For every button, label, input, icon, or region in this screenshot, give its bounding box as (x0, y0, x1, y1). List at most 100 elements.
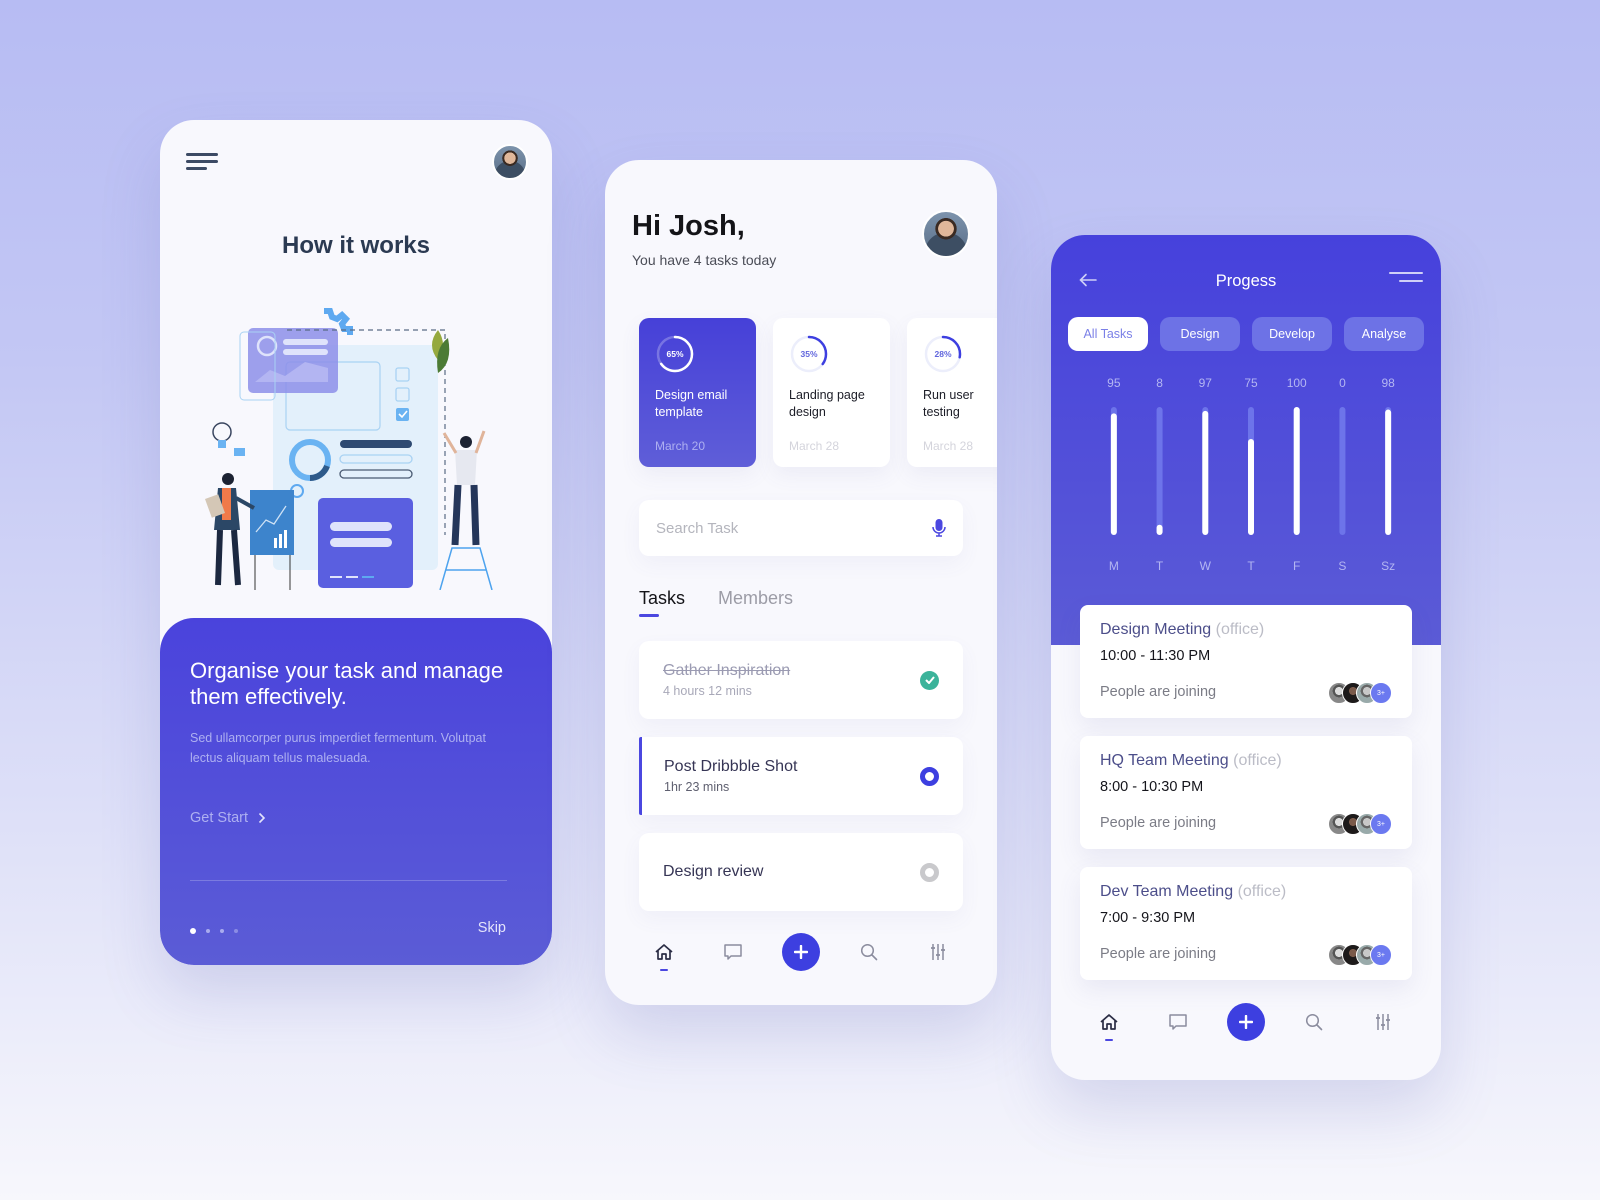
bottom-nav (1051, 1002, 1441, 1042)
tab-members[interactable]: Members (718, 588, 793, 617)
onboarding-headline: Organise your task and manage them effec… (190, 658, 504, 709)
meeting-location: (office) (1215, 621, 1265, 638)
more-attendees-badge: 3+ (1370, 944, 1392, 966)
add-task-button[interactable] (1226, 1003, 1265, 1041)
user-avatar[interactable] (922, 210, 970, 258)
task-list: Gather Inspiration 4 hours 12 mins Post … (639, 641, 963, 929)
filter-develop[interactable]: Develop (1252, 317, 1332, 351)
divider (190, 880, 507, 881)
get-start-button[interactable]: Get Start (190, 810, 266, 826)
nav-messages[interactable] (1158, 1002, 1198, 1042)
microphone-icon[interactable] (932, 518, 946, 538)
bar[interactable] (1248, 439, 1254, 535)
task-item[interactable]: Design review (639, 833, 963, 911)
x-tick-label: M (1109, 559, 1119, 573)
task-name: Design review (663, 863, 764, 880)
search-icon (861, 943, 878, 961)
bar-value-label: 98 (1381, 376, 1395, 390)
people-joining-label: People are joining (1100, 815, 1217, 831)
progress-screen: Progess All Tasks Design Develop Analyse… (1051, 235, 1441, 1080)
page-title: How it works (281, 232, 431, 259)
bar[interactable] (1293, 407, 1300, 535)
project-card[interactable]: 65% Design email template March 20 (639, 318, 756, 467)
bar[interactable] (1110, 413, 1117, 535)
x-tick-label: S (1338, 559, 1346, 573)
people-joining-label: People are joining (1100, 684, 1217, 700)
progress-ring: 35% (789, 334, 829, 374)
bar[interactable] (1202, 410, 1209, 535)
attendee-avatars[interactable]: 3+ (1328, 682, 1392, 704)
filter-design[interactable]: Design (1160, 317, 1240, 351)
meeting-card[interactable]: Dev Team Meeting (office) 7:00 - 9:30 PM… (1080, 867, 1412, 980)
get-start-label: Get Start (190, 810, 249, 826)
onboarding-description: Sed ullamcorper purus imperdiet fermentu… (190, 731, 486, 765)
chat-icon (724, 944, 742, 960)
tab-tasks[interactable]: Tasks (639, 588, 685, 617)
filter-analyse[interactable]: Analyse (1344, 317, 1424, 351)
meeting-time: 7:00 - 9:30 PM (1100, 910, 1196, 926)
project-cards: 65% Design email template March 20 35% L… (639, 318, 997, 467)
bar[interactable] (1385, 409, 1392, 535)
check-circle-icon[interactable] (920, 670, 939, 690)
add-task-button[interactable] (781, 933, 820, 971)
nav-search[interactable] (1294, 1002, 1334, 1042)
home-icon (655, 944, 673, 960)
meeting-card[interactable]: HQ Team Meeting (office) 8:00 - 10:30 PM… (1080, 736, 1412, 849)
meeting-time: 10:00 - 11:30 PM (1100, 648, 1211, 664)
task-management-illustration (205, 308, 493, 590)
attendee-avatars[interactable]: 3+ (1328, 944, 1392, 966)
onboarding-screen: How it works Organise your task and mana… (160, 120, 552, 965)
sliders-icon (931, 944, 946, 960)
task-item[interactable]: Post Dribbble Shot 1hr 23 mins (639, 737, 963, 815)
menu-icon[interactable] (1389, 272, 1423, 288)
in-progress-status-icon[interactable] (920, 766, 939, 786)
pending-status-icon[interactable] (920, 862, 939, 882)
skip-button[interactable]: Skip (478, 920, 506, 936)
meeting-title: Design Meeting (1100, 621, 1212, 638)
meeting-title: HQ Team Meeting (1100, 752, 1229, 769)
menu-icon[interactable] (186, 153, 218, 173)
progress-percent: 65% (666, 349, 684, 359)
bar[interactable] (1156, 524, 1163, 535)
project-date: March 28 (923, 439, 974, 453)
bar-value-label: 95 (1107, 376, 1121, 390)
project-card[interactable]: 28% Run user testing March 28 (907, 318, 997, 467)
filter-all-tasks[interactable]: All Tasks (1068, 317, 1148, 351)
nav-home[interactable] (644, 932, 684, 972)
meeting-card[interactable]: Design Meeting (office) 10:00 - 11:30 PM… (1080, 605, 1412, 718)
bottom-nav (605, 932, 997, 972)
attendee-avatars[interactable]: 3+ (1328, 813, 1392, 835)
chat-icon (1169, 1014, 1187, 1030)
bar-track (1339, 407, 1346, 535)
task-name: Post Dribbble Shot (664, 758, 798, 775)
page-indicator (190, 928, 238, 934)
x-tick-label: T (1156, 559, 1164, 573)
bar-value-label: 100 (1287, 376, 1307, 390)
nav-search[interactable] (849, 932, 889, 972)
page-dot[interactable] (190, 928, 196, 934)
nav-settings[interactable] (918, 932, 958, 972)
bar-value-label: 8 (1156, 376, 1163, 390)
greeting: Hi Josh, (632, 210, 745, 242)
search-input[interactable] (656, 519, 932, 537)
page-dot[interactable] (220, 929, 224, 933)
tab-bar: Tasks Members (639, 588, 793, 617)
user-avatar[interactable] (492, 144, 528, 180)
nav-messages[interactable] (713, 932, 753, 972)
task-item[interactable]: Gather Inspiration 4 hours 12 mins (639, 641, 963, 719)
page-dot[interactable] (234, 929, 238, 933)
progress-ring: 65% (655, 334, 695, 374)
x-tick-label: T (1247, 559, 1255, 573)
task-duration: 4 hours 12 mins (663, 684, 752, 698)
nav-settings[interactable] (1363, 1002, 1403, 1042)
home-screen: Hi Josh, You have 4 tasks today 65% Desi… (605, 160, 997, 1005)
project-title: Run user testing (923, 388, 974, 419)
page-dot[interactable] (206, 929, 210, 933)
plus-icon (1238, 1015, 1253, 1029)
more-attendees-badge: 3+ (1370, 813, 1392, 835)
nav-home[interactable] (1089, 1002, 1129, 1042)
project-date: March 28 (789, 439, 840, 453)
bar-track (1156, 407, 1163, 535)
task-count-subtitle: You have 4 tasks today (632, 252, 777, 268)
project-card[interactable]: 35% Landing page design March 28 (773, 318, 890, 467)
